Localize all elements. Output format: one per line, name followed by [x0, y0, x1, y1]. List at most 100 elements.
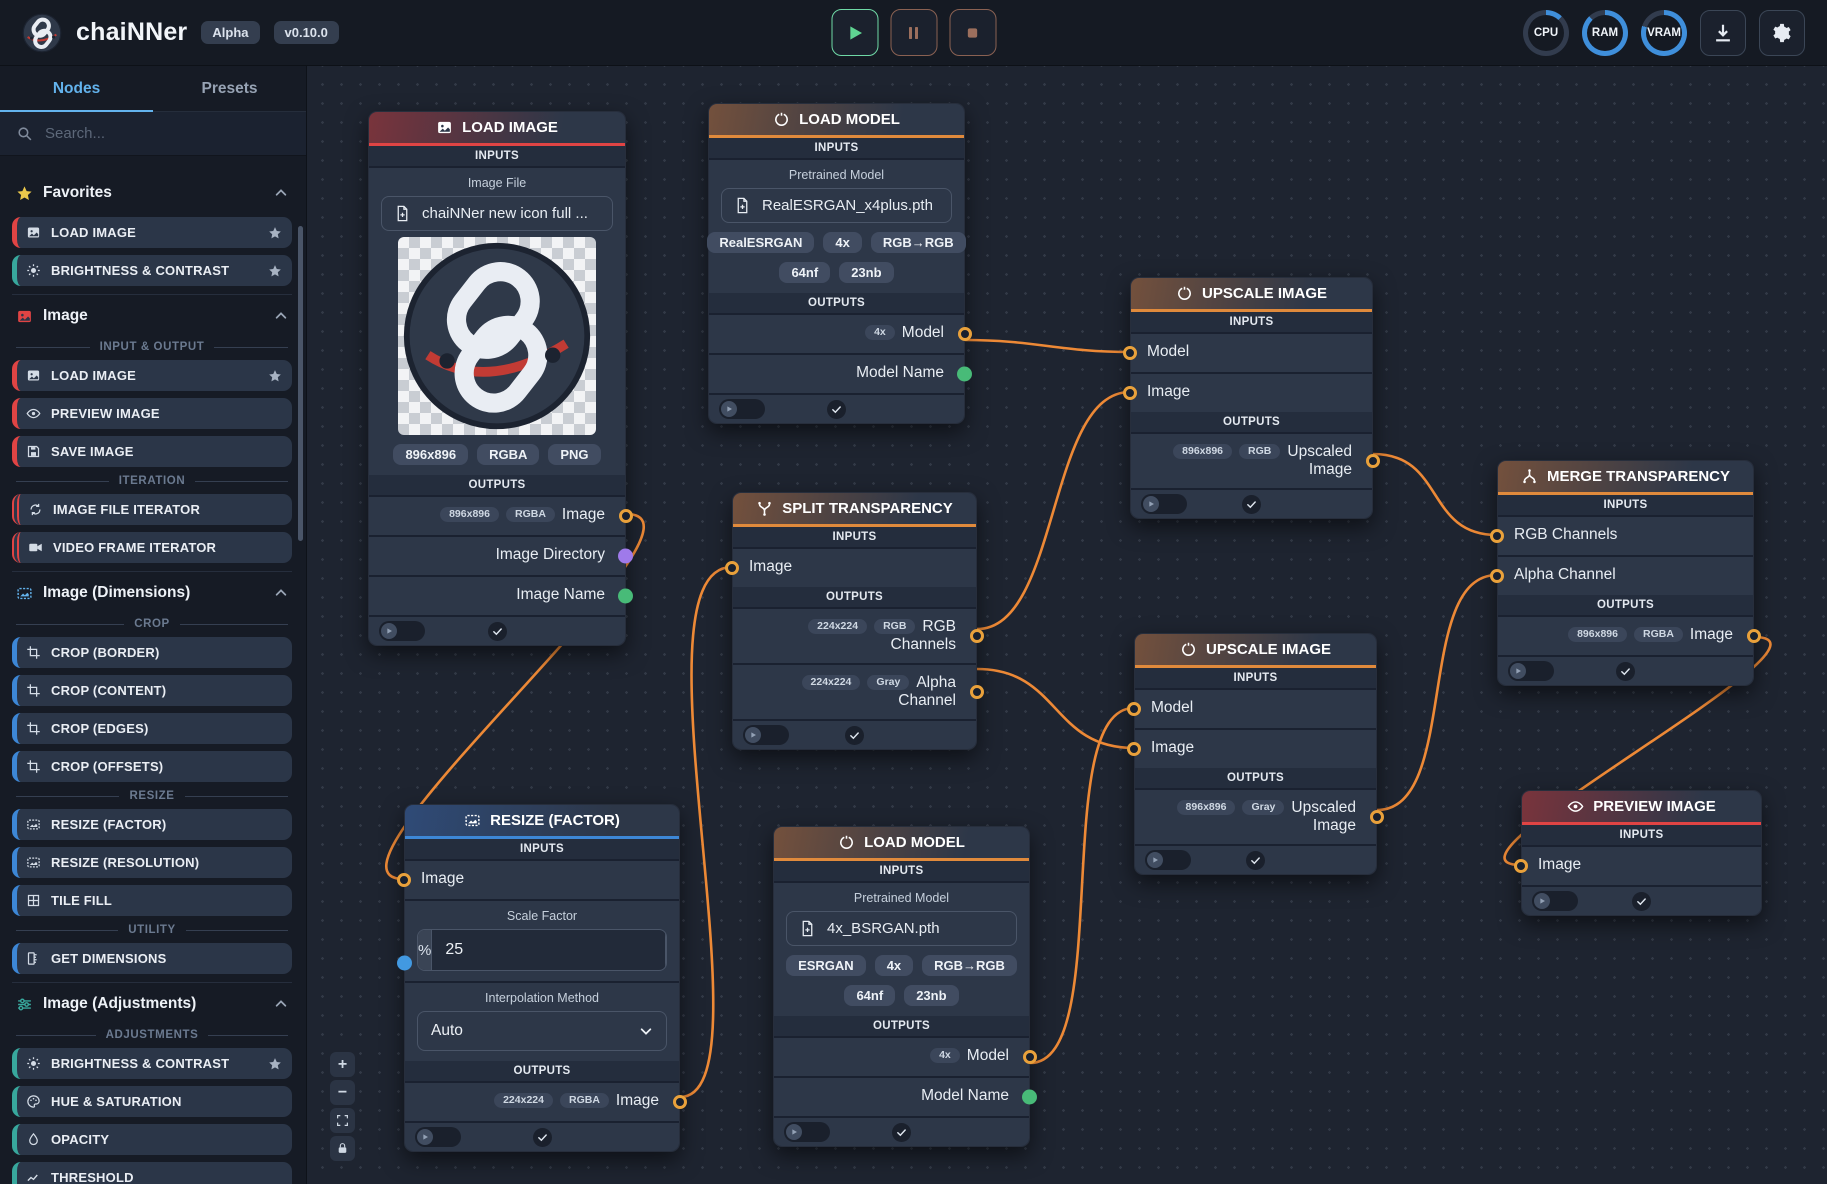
sidebar-item-crop-content[interactable]: CROP (CONTENT) [12, 675, 292, 706]
sidebar-item-image-file-iterator[interactable]: IMAGE FILE ITERATOR [12, 494, 292, 525]
input-handle-alpha-channel[interactable] [1490, 569, 1504, 583]
node-load-image[interactable]: LOAD IMAGE INPUTS Image File chaiNNer ne… [368, 111, 626, 646]
node-preview-image[interactable]: PREVIEW IMAGE INPUTS Image [1521, 790, 1762, 916]
sidebar-item-crop-edges[interactable]: CROP (EDGES) [12, 713, 292, 744]
sidebar-item-save-image[interactable]: SAVE IMAGE [12, 436, 292, 467]
output-handle-model-name[interactable] [1022, 1090, 1037, 1105]
node-load-image-header[interactable]: LOAD IMAGE [369, 112, 625, 146]
input-handle-image[interactable] [397, 873, 411, 887]
sidebar-item-threshold[interactable]: THRESHOLD [12, 1162, 292, 1184]
node-split-transparency[interactable]: SPLIT TRANSPARENCY INPUTS Image OUTPUTS … [732, 492, 977, 750]
sidebar-item-resize-factor[interactable]: RESIZE (FACTOR) [12, 809, 292, 840]
favorite-star-icon [268, 1057, 282, 1071]
input-handle-rgb-channels[interactable] [1490, 529, 1504, 543]
input-handle-image[interactable] [725, 561, 739, 575]
stepper-up-icon[interactable]: ▲ [666, 930, 667, 951]
output-handle-upscaled-image[interactable] [1370, 810, 1384, 824]
interpolation-select[interactable]: Auto [417, 1011, 667, 1051]
input-handle-model[interactable] [1127, 702, 1141, 716]
run-button[interactable] [831, 9, 878, 56]
node-resize-factor[interactable]: RESIZE (FACTOR) INPUTS Image Scale Facto… [404, 804, 680, 1152]
node-preview-header[interactable]: PREVIEW IMAGE [1522, 791, 1761, 825]
node-upscale-image-1[interactable]: UPSCALE IMAGE INPUTS Model Image OUTPUTS… [1130, 277, 1373, 519]
scale-factor-stepper: % ▲ ▼ [417, 929, 667, 971]
section-favorites[interactable]: Favorites [12, 172, 292, 210]
resize-icon [26, 817, 41, 832]
tab-presets[interactable]: Presets [153, 66, 306, 111]
input-handle-image[interactable] [1127, 742, 1141, 756]
sidebar-item-brightness-contrast[interactable]: BRIGHTNESS & CONTRAST [12, 255, 292, 286]
settings-button[interactable] [1759, 10, 1805, 56]
sidebar-item-load-image[interactable]: LOAD IMAGE [12, 217, 292, 248]
node-valid-check-icon [533, 1128, 552, 1147]
download-button[interactable] [1700, 10, 1746, 56]
input-handle-image[interactable] [1123, 386, 1137, 400]
fit-view-button[interactable] [330, 1108, 355, 1133]
output-handle-model[interactable] [1023, 1050, 1037, 1064]
stop-button[interactable] [949, 9, 996, 56]
sidebar-item-tile-fill[interactable]: TILE FILL [12, 885, 292, 916]
sidebar-item-preview-image[interactable]: PREVIEW IMAGE [12, 398, 292, 429]
node-resize-header[interactable]: RESIZE (FACTOR) [405, 805, 679, 839]
node-load-model-1[interactable]: LOAD MODEL INPUTS Pretrained Model RealE… [708, 103, 965, 424]
model-file-input[interactable]: 4x_BSRGAN.pth [786, 911, 1017, 946]
output-handle-model-name[interactable] [957, 367, 972, 382]
sidebar-item-opacity[interactable]: OPACITY [12, 1124, 292, 1155]
section-image-adjustments[interactable]: Image (Adjustments) [12, 982, 292, 1021]
sidebar-item-brightness-contrast[interactable]: BRIGHTNESS & CONTRAST [12, 1048, 292, 1079]
model-file-input[interactable]: RealESRGAN_x4plus.pth [721, 188, 952, 223]
zoom-out-button[interactable]: − [330, 1080, 355, 1105]
section-image-dimensions[interactable]: Image (Dimensions) [12, 571, 292, 610]
edge-resize-to-split [680, 567, 732, 1097]
sidebar-item-resize-resolution[interactable]: RESIZE (RESOLUTION) [12, 847, 292, 878]
sidebar-item-hue-saturation[interactable]: HUE & SATURATION [12, 1086, 292, 1117]
sidebar-item-video-frame-iterator[interactable]: VIDEO FRAME ITERATOR [12, 532, 292, 563]
stepper-down-icon[interactable]: ▼ [666, 951, 667, 971]
favorite-star-icon [268, 226, 282, 240]
output-handle-image-name[interactable] [618, 589, 633, 604]
sidebar-item-get-dimensions[interactable]: GET DIMENSIONS [12, 943, 292, 974]
input-handle-scale-factor[interactable] [397, 956, 412, 971]
edge-split-rgb-to-upscale1 [977, 392, 1130, 629]
output-handle-image[interactable] [673, 1095, 687, 1109]
node-footer [774, 1118, 1029, 1146]
output-handle-alpha-channel[interactable] [970, 685, 984, 699]
node-upscale-2-header[interactable]: UPSCALE IMAGE [1135, 634, 1376, 668]
sidebar-item-crop-offsets[interactable]: CROP (OFFSETS) [12, 751, 292, 782]
node-upscale-1-header[interactable]: UPSCALE IMAGE [1131, 278, 1372, 312]
output-handle-model[interactable] [958, 327, 972, 341]
scale-factor-input[interactable] [432, 930, 665, 970]
lock-canvas-button[interactable] [330, 1136, 355, 1161]
node-load-model-2-header[interactable]: LOAD MODEL [774, 827, 1029, 861]
droplet-icon [26, 1132, 41, 1147]
node-merge-transparency[interactable]: MERGE TRANSPARENCY INPUTS RGB Channels A… [1497, 460, 1754, 686]
threshold-chart-icon [26, 1170, 41, 1184]
node-upscale-image-2[interactable]: UPSCALE IMAGE INPUTS Model Image OUTPUTS… [1134, 633, 1377, 875]
output-handle-rgb-channels[interactable] [970, 629, 984, 643]
image-file-input[interactable]: chaiNNer new icon full ... [381, 196, 613, 231]
tab-nodes[interactable]: Nodes [0, 66, 153, 111]
sidebar-item-load-image[interactable]: LOAD IMAGE [12, 360, 292, 391]
chainner-logo-preview [401, 240, 593, 432]
output-handle-image[interactable] [619, 509, 633, 523]
resize-icon [464, 812, 481, 829]
sidebar-item-crop-border[interactable]: CROP (BORDER) [12, 637, 292, 668]
input-handle-image[interactable] [1514, 859, 1528, 873]
node-split-header[interactable]: SPLIT TRANSPARENCY [733, 493, 976, 527]
split-icon [756, 500, 773, 517]
brightness-icon [26, 1056, 41, 1071]
input-alpha-channel-row: Alpha Channel [1498, 557, 1753, 595]
section-image[interactable]: Image [12, 294, 292, 333]
sidebar-scrollbar[interactable] [298, 226, 303, 541]
node-load-model-2[interactable]: LOAD MODEL INPUTS Pretrained Model 4x_BS… [773, 826, 1030, 1147]
output-handle-image[interactable] [1747, 629, 1761, 643]
search-input[interactable] [45, 125, 290, 142]
input-handle-model[interactable] [1123, 346, 1137, 360]
node-merge-header[interactable]: MERGE TRANSPARENCY [1498, 461, 1753, 495]
grid-icon [26, 893, 41, 908]
output-handle-image-directory[interactable] [618, 549, 633, 564]
output-handle-upscaled-image[interactable] [1366, 454, 1380, 468]
node-load-model-1-header[interactable]: LOAD MODEL [709, 104, 964, 138]
pause-button[interactable] [890, 9, 937, 56]
zoom-in-button[interactable]: + [330, 1052, 355, 1077]
